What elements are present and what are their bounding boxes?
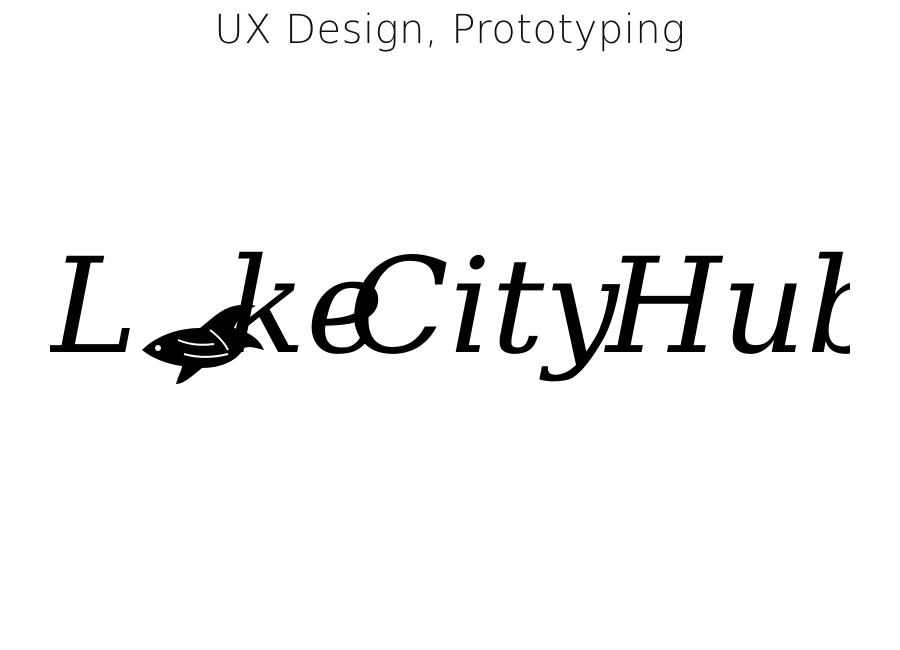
logo-word-hub: Hub bbox=[604, 232, 850, 384]
subtitle: UX Design, Prototyping bbox=[214, 7, 686, 53]
logo-word-city: City bbox=[348, 232, 620, 384]
page: UX Design, Prototyping L ke City Hub bbox=[0, 0, 900, 650]
logo-graphic: L ke City Hub bbox=[50, 232, 850, 384]
logo-letter-l: L bbox=[50, 232, 138, 384]
logo: L ke City Hub bbox=[50, 232, 850, 412]
